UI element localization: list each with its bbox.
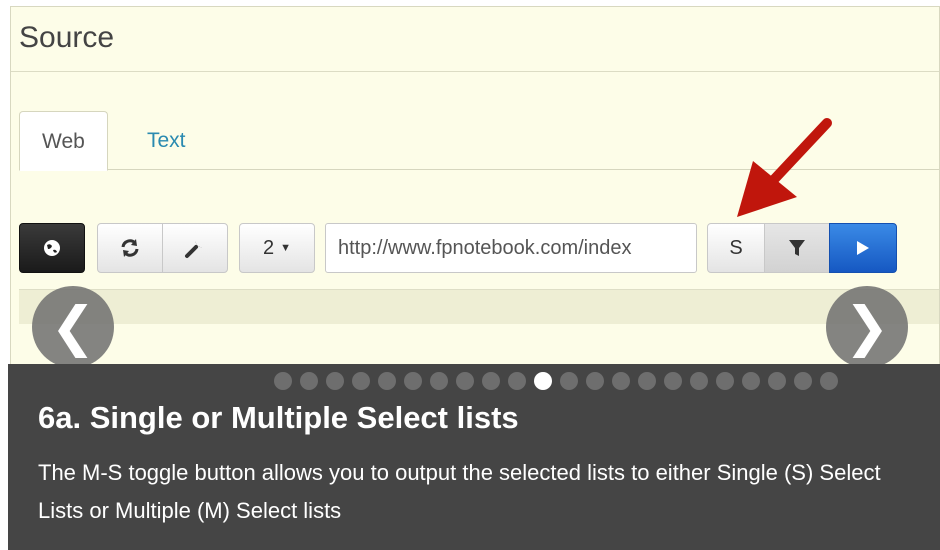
slide-dot[interactable]: [274, 372, 292, 390]
filter-button[interactable]: [764, 223, 830, 273]
slide-dot[interactable]: [378, 372, 396, 390]
tutorial-slide: Source Web Text 2 ▼ http://www.fpnoteboo…: [0, 0, 940, 550]
url-input[interactable]: http://www.fpnotebook.com/index: [325, 223, 697, 273]
slide-dot[interactable]: [560, 372, 578, 390]
refresh-icon: [121, 239, 139, 257]
globe-icon: [44, 240, 60, 256]
slide-dot[interactable]: [300, 372, 318, 390]
preview-strip: [19, 289, 939, 324]
slide-indicators: [274, 372, 838, 390]
caption-box: 6a. Single or Multiple Select lists The …: [8, 364, 940, 550]
slide-dot[interactable]: [794, 372, 812, 390]
slide-dot[interactable]: [742, 372, 760, 390]
settings-button[interactable]: [162, 223, 228, 273]
wrench-icon: [185, 241, 202, 258]
slide-dot-active[interactable]: [534, 372, 552, 390]
title-divider: [11, 71, 939, 72]
caption-title: 6a. Single or Multiple Select lists: [38, 400, 519, 435]
next-slide-button[interactable]: ❯: [826, 286, 908, 368]
filter-icon: [789, 240, 805, 256]
slide-dot[interactable]: [690, 372, 708, 390]
run-button[interactable]: [829, 223, 897, 273]
slide-dot[interactable]: [612, 372, 630, 390]
slide-dot[interactable]: [456, 372, 474, 390]
caret-down-icon: ▼: [280, 242, 291, 254]
slide-dot[interactable]: [638, 372, 656, 390]
slide-dot[interactable]: [820, 372, 838, 390]
slide-dot[interactable]: [508, 372, 526, 390]
slide-dot[interactable]: [664, 372, 682, 390]
play-icon: [857, 241, 869, 255]
tab-web[interactable]: Web: [19, 111, 108, 171]
depth-value: 2: [262, 236, 275, 259]
pointer-arrow-icon: [737, 118, 832, 217]
mode-toggle-button[interactable]: S: [707, 223, 765, 273]
globe-button[interactable]: [19, 223, 85, 273]
refresh-button[interactable]: [97, 223, 163, 273]
caption-text: The M-S toggle button allows you to outp…: [38, 460, 881, 523]
slide-dot[interactable]: [430, 372, 448, 390]
panel-title: Source: [19, 21, 115, 54]
slide-dot[interactable]: [404, 372, 422, 390]
slide-dot[interactable]: [326, 372, 344, 390]
source-panel: Source Web Text 2 ▼ http://www.fpnoteboo…: [10, 6, 940, 371]
tab-text[interactable]: Text: [125, 111, 208, 171]
previous-slide-button[interactable]: ❮: [32, 286, 114, 368]
slide-dot[interactable]: [716, 372, 734, 390]
slide-dot[interactable]: [482, 372, 500, 390]
slide-dot[interactable]: [352, 372, 370, 390]
slide-dot[interactable]: [768, 372, 786, 390]
slide-dot[interactable]: [586, 372, 604, 390]
depth-dropdown[interactable]: 2 ▼: [239, 223, 315, 273]
